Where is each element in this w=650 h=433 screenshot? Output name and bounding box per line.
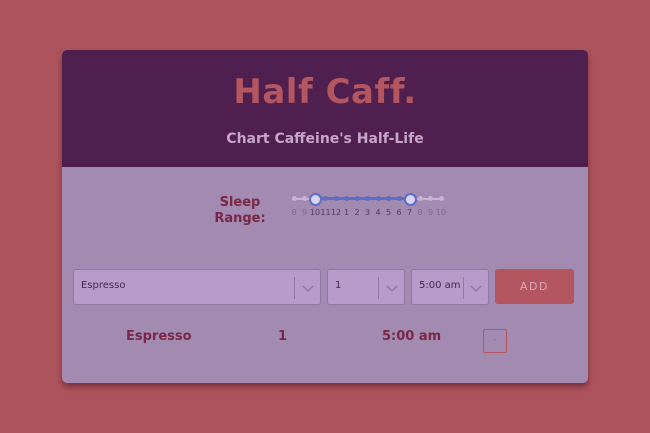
app-subtitle: Chart Caffeine's Half-Life: [226, 131, 424, 147]
add-button[interactable]: ADD: [495, 269, 574, 304]
time-select-value: 5:00 am: [419, 280, 461, 291]
select-divider: [378, 277, 379, 299]
time-select[interactable]: 5:00 am: [411, 269, 489, 305]
drink-select[interactable]: Espresso: [73, 269, 321, 305]
app-title: Half Caff.: [233, 72, 417, 112]
drink-select-value: Espresso: [81, 280, 126, 291]
slider-step-dot: [302, 196, 307, 201]
slider-step-dot: [354, 196, 360, 201]
slider-step-dot: [428, 196, 433, 201]
slider-step-dot: [323, 196, 328, 201]
chevron-down-icon[interactable]: [384, 278, 400, 298]
slider-end-handle[interactable]: [403, 193, 417, 206]
slider-step-dot: [375, 196, 381, 201]
slider-start-handle[interactable]: [309, 193, 322, 206]
slider-step-dot: [438, 196, 444, 201]
slider-step-dot: [396, 196, 402, 201]
entry-time: 5:00 am: [382, 329, 442, 344]
sleep-range-slider[interactable]: 8 9 10 11 12 1 2 3 4 5 6 7 8 9 10: [288, 190, 448, 222]
slider-step-dot: [291, 196, 297, 201]
app-card: Half Caff. Chart Caffeine's Half-Life Sl…: [62, 50, 588, 383]
slider-step-dot: [417, 196, 423, 201]
select-divider: [463, 277, 464, 299]
entry-drink: Espresso: [126, 329, 192, 344]
slider-step-dot: [386, 196, 391, 201]
sleep-range-label: Sleep Range:: [214, 195, 266, 226]
chevron-down-icon[interactable]: [468, 278, 484, 298]
chevron-down-icon[interactable]: [300, 278, 316, 298]
quantity-select[interactable]: 1: [327, 269, 405, 305]
entry-quantity: 1: [278, 329, 288, 344]
quantity-select-value: 1: [335, 280, 342, 291]
slider-selected-range: [314, 197, 409, 200]
slider-step-dot: [333, 196, 339, 201]
slider-step-dot: [344, 196, 349, 201]
slider-step-dot: [365, 196, 370, 201]
slider-tick-label: 10: [435, 208, 447, 217]
select-divider: [294, 277, 295, 299]
header: Half Caff. Chart Caffeine's Half-Life: [62, 50, 588, 167]
remove-entry-button[interactable]: -: [483, 329, 507, 353]
